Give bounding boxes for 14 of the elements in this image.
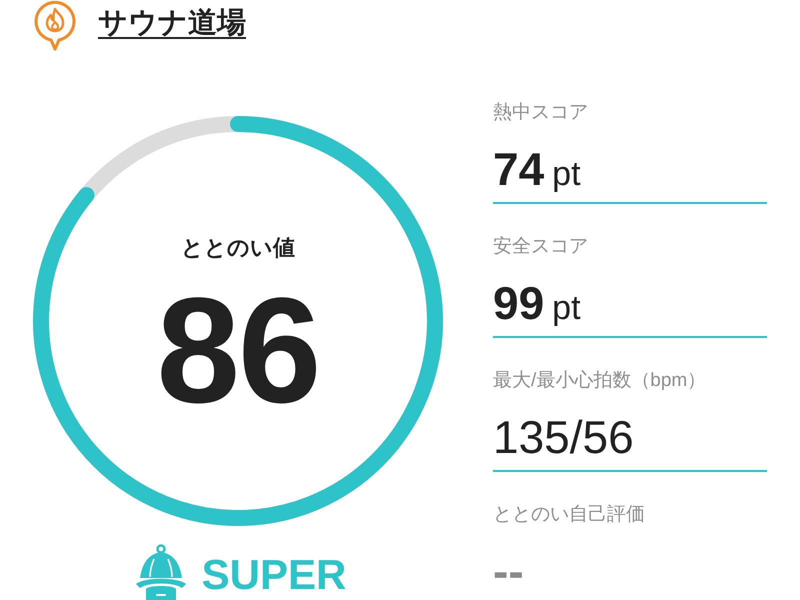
stat-label: 安全スコア xyxy=(493,235,588,259)
stat-label: 最大/最小心拍数（bpm） xyxy=(493,369,706,393)
page-title: サウナ道場 xyxy=(98,6,246,41)
stat-label: ととのい自己評価 xyxy=(493,503,645,527)
stat-label: 熱中スコア xyxy=(493,101,588,125)
stat-value: 99 xyxy=(493,280,544,326)
rank-label: SUPER xyxy=(202,554,346,596)
stat-value: 135/56 xyxy=(493,414,634,460)
stat-unit: pt xyxy=(552,291,581,325)
gauge-value: 86 xyxy=(156,275,320,425)
stat-value: 74 xyxy=(493,146,544,192)
stat-value: -- xyxy=(493,548,524,594)
gauge-label: ととのい値 xyxy=(181,234,295,262)
stat-unit: pt xyxy=(552,157,581,191)
